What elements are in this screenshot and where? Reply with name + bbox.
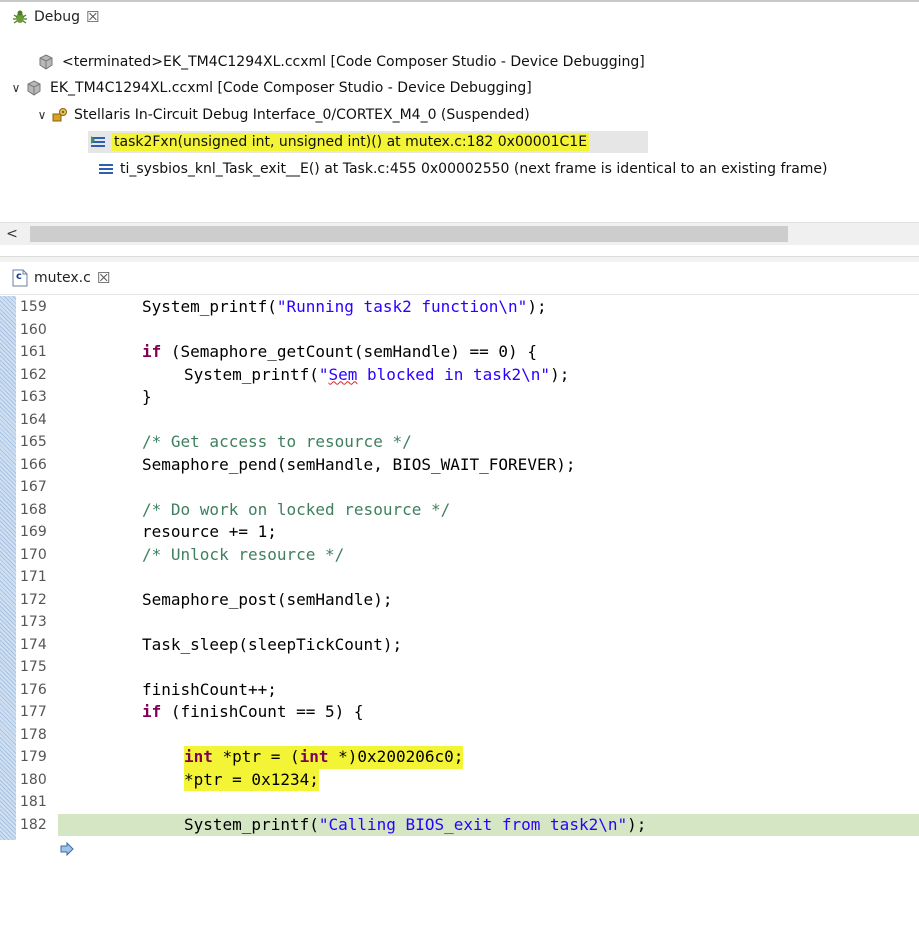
tab-mutex-c-label: mutex.c bbox=[34, 270, 91, 286]
code-line: 161 if (Semaphore_getCount(semHandle) ==… bbox=[20, 342, 537, 361]
instruction-pointer-icon bbox=[2, 818, 74, 857]
code-editor[interactable]: 159 System_printf("Running task2 functio… bbox=[0, 296, 919, 857]
code-line: 173 bbox=[20, 614, 47, 630]
bug-icon bbox=[10, 8, 30, 26]
code-line: 177 if (finishCount == 5) { bbox=[20, 702, 364, 721]
code-line: 164 bbox=[20, 411, 47, 428]
code-line: 174 Task_sleep(sleepTickCount); bbox=[20, 634, 403, 654]
code-line: 171 bbox=[20, 569, 47, 585]
code-line: 169 resource += 1; bbox=[20, 522, 277, 541]
chevron-down-icon[interactable]: ∨ bbox=[8, 81, 24, 95]
tree-item-label: Stellaris In-Circuit Debug Interface_0/C… bbox=[74, 107, 530, 123]
code-line: 180 *ptr = 0x1234; bbox=[0, 768, 919, 791]
tree-item-label: task2Fxn(unsigned int, unsigned int)() a… bbox=[112, 133, 590, 151]
code-line: 166 Semaphore_pend(semHandle, BIOS_WAIT_… bbox=[20, 454, 576, 474]
code-line: 165 /* Get access to resource */ bbox=[20, 432, 412, 451]
tree-item-stack-frame-selected[interactable]: task2Fxn(unsigned int, unsigned int)() a… bbox=[88, 131, 648, 153]
thread-icon bbox=[50, 106, 70, 124]
code-line: 179 int *ptr = (int *)0x200206c0; bbox=[0, 746, 919, 769]
debug-view: Debug ☒ <terminated>EK_TM4C1294XL.ccxml … bbox=[0, 0, 919, 256]
highlighted-code: *ptr = 0x1234; bbox=[184, 768, 319, 791]
editor-tab-bar: c mutex.c ☒ bbox=[0, 262, 919, 295]
code-line: 181 bbox=[20, 794, 47, 810]
launch-config-icon bbox=[36, 53, 56, 71]
tab-mutex-c[interactable]: c mutex.c ☒ bbox=[10, 264, 111, 292]
tree-item-stack-frame[interactable]: ti_sysbios_knl_Task_exit__E() at Task.c:… bbox=[96, 158, 828, 180]
stack-frame-icon bbox=[88, 133, 108, 151]
close-icon[interactable]: ☒ bbox=[97, 269, 110, 287]
chevron-down-icon[interactable]: ∨ bbox=[34, 108, 50, 122]
tab-debug[interactable]: Debug ☒ bbox=[10, 3, 100, 31]
code-line: 168 /* Do work on locked resource */ bbox=[20, 499, 451, 519]
top-border bbox=[0, 0, 919, 2]
code-line: 163 } bbox=[20, 387, 152, 406]
close-icon[interactable]: ☒ bbox=[86, 8, 99, 26]
tree-item-label: ti_sysbios_knl_Task_exit__E() at Task.c:… bbox=[120, 161, 828, 177]
scroll-left-icon[interactable]: < bbox=[0, 223, 24, 245]
horizontal-scrollbar[interactable]: < bbox=[0, 222, 919, 245]
tree-item-label: <terminated>EK_TM4C1294XL.ccxml [Code Co… bbox=[62, 54, 645, 70]
code-line: 162 System_printf("Sem blocked in task2\… bbox=[20, 364, 570, 384]
code-line: 167 bbox=[20, 479, 47, 495]
code-line: 159 System_printf("Running task2 functio… bbox=[20, 297, 547, 316]
tree-item-debug-interface[interactable]: ∨ Stellaris In-Circuit Debug Interface_0… bbox=[34, 104, 530, 126]
code-line: 170 /* Unlock resource */ bbox=[20, 544, 345, 564]
tree-item-label: EK_TM4C1294XL.ccxml [Code Composer Studi… bbox=[50, 80, 532, 96]
tree-item-launch[interactable]: ∨ EK_TM4C1294XL.ccxml [Code Composer Stu… bbox=[8, 77, 532, 99]
code-line: 176 finishCount++; bbox=[20, 679, 277, 699]
tab-debug-label: Debug bbox=[34, 9, 81, 25]
scroll-thumb[interactable] bbox=[30, 226, 788, 242]
code-line: 172 Semaphore_post(semHandle); bbox=[20, 589, 393, 609]
launch-config-icon bbox=[24, 79, 44, 97]
code-line: 175 bbox=[20, 659, 47, 675]
code-line-current: 182 System_printf("Calling BIOS_exit fro… bbox=[0, 814, 919, 857]
code-line: 160 bbox=[20, 321, 47, 338]
c-file-letter: c bbox=[16, 271, 22, 282]
code-line: 178 bbox=[20, 726, 47, 743]
tree-item-terminated-launch[interactable]: <terminated>EK_TM4C1294XL.ccxml [Code Co… bbox=[20, 51, 645, 73]
highlighted-code: int *ptr = (int *)0x200206c0; bbox=[184, 746, 464, 769]
stack-frame-icon bbox=[96, 160, 116, 178]
